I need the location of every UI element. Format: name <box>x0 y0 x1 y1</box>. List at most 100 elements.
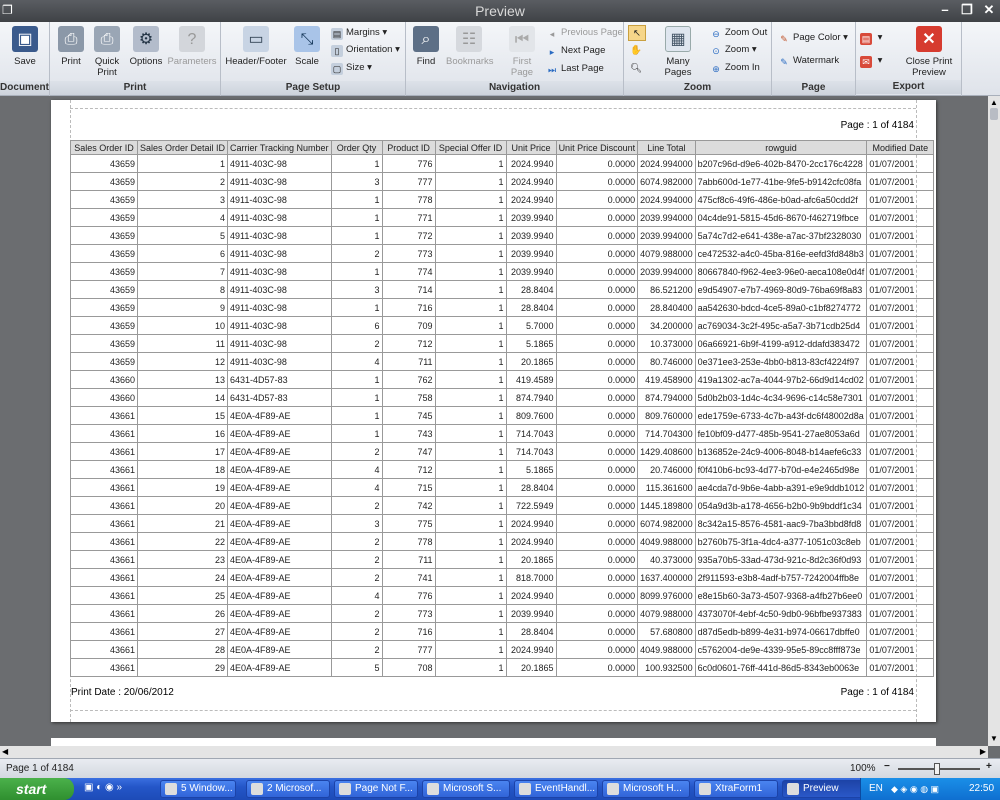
table-cell: 2f911593-e3b8-4adf-b757-7242004ffb8e <box>694 568 868 587</box>
find-button[interactable]: ⌕ Find <box>412 26 440 67</box>
table-cell: 43661 <box>70 496 138 515</box>
size-button[interactable]: ▢ Size ▾ <box>331 60 372 76</box>
table-cell: 1 <box>330 226 383 245</box>
vertical-scrollbar[interactable]: ▲ ▼ <box>988 96 1000 746</box>
table-cell: 2024.9940 <box>505 154 557 173</box>
table-cell: 6 <box>330 316 383 335</box>
table-cell: 809.760000 <box>637 406 696 425</box>
table-cell: 2039.994000 <box>637 226 696 245</box>
column-header: Unit Price <box>505 140 557 155</box>
table-cell: 17 <box>136 442 229 461</box>
last-page-button[interactable]: ⏭ Last Page <box>546 61 604 77</box>
zoom-minus-icon[interactable]: − <box>884 761 890 772</box>
tray-icons[interactable]: ◆ ◈ ◉ ◍ ▣ <box>891 778 939 800</box>
table-cell: 43659 <box>70 226 138 245</box>
previous-page-button[interactable]: ◂ Previous Page <box>546 25 623 41</box>
scale-button[interactable]: ⤡ Scale <box>291 26 323 67</box>
table-row: 43659 1 4911-403C-98 1 776 1 2024.9940 0.0000 20… <box>70 154 935 173</box>
table-cell: 80667840-f962-4ee3-96e0-aeca108e0d4f <box>694 262 868 281</box>
table-row: 43661 28 4E0A-4F89-AE 2 777 1 2024.9940 0.0000 4… <box>70 640 935 659</box>
zoom-in-button[interactable]: ⊕ Zoom In <box>710 60 760 76</box>
clock: 22:50 <box>969 783 995 794</box>
status-bar: Page 1 of 4184 100% − + <box>0 758 1000 778</box>
restore-icon[interactable]: ❐ <box>958 2 976 19</box>
many-pages-button[interactable]: ▦ Many Pages <box>652 26 704 78</box>
table-row: 43659 9 4911-403C-98 1 716 1 28.8404 0.0000 28.8… <box>70 298 935 317</box>
taskbar-button[interactable]: EventHandl... <box>514 780 598 798</box>
group-document: ▣ Save Document <box>0 22 50 96</box>
taskbar: start ▣ ◐ ◉ » 5 Window... 2 Microsof... Pa… <box>0 778 1000 800</box>
table-cell: 43661 <box>70 532 138 551</box>
export-button[interactable]: ▤ ▾ <box>860 30 882 46</box>
table-cell: 2 <box>136 172 229 191</box>
table-cell: 708 <box>381 658 436 677</box>
table-cell: 716 <box>381 298 436 317</box>
table-cell: 1 <box>434 532 507 551</box>
watermark-button[interactable]: ✎ Watermark <box>778 53 839 69</box>
table-cell: 4049.988000 <box>637 532 696 551</box>
taskbar-button[interactable]: Preview <box>782 780 866 798</box>
page-color-button[interactable]: ✎ Page Color ▾ <box>778 30 848 46</box>
table-cell: 0.0000 <box>555 316 639 335</box>
table-cell: 2 <box>330 244 383 263</box>
scroll-up-icon[interactable]: ▲ <box>989 98 999 108</box>
taskbar-button[interactable]: 5 Window... <box>160 780 236 798</box>
table-cell: 3 <box>330 280 383 299</box>
start-button[interactable]: start <box>0 778 74 800</box>
send-button[interactable]: ✉ ▾ <box>860 53 882 69</box>
taskbar-button[interactable]: 2 Microsof... <box>246 780 330 798</box>
table-cell: 1 <box>434 298 507 317</box>
table-cell: 4 <box>330 460 383 479</box>
zoom-button[interactable]: ⊙ Zoom ▾ <box>710 42 757 58</box>
horizontal-scrollbar[interactable]: ◀ ▶ <box>0 746 988 758</box>
table-row: 43661 17 4E0A-4F89-AE 2 747 1 714.7043 0.0000 14… <box>70 442 935 461</box>
zoom-out-button[interactable]: ⊖ Zoom Out <box>710 25 767 41</box>
page-footer-number: Page : 1 of 4184 <box>840 687 914 698</box>
minimize-icon[interactable]: – <box>936 2 954 19</box>
zoom-slider[interactable] <box>898 763 980 775</box>
hand-tool-icon[interactable]: ✋ <box>630 43 642 59</box>
first-page-button[interactable]: ⏮ First Page <box>502 26 542 78</box>
margins-button[interactable]: ▤ Margins ▾ <box>331 25 387 41</box>
table-cell: 01/07/2001 <box>866 244 935 263</box>
table-cell: 4911-403C-98 <box>227 154 332 173</box>
scroll-down-icon[interactable]: ▼ <box>989 734 999 744</box>
header-footer-button[interactable]: ▭ Header/Footer <box>225 26 287 67</box>
table-row: 43660 14 6431-4D57-83 1 758 1 874.7940 0.0000 87… <box>70 388 935 407</box>
table-cell: 1 <box>136 154 229 173</box>
pointer-tool-icon[interactable]: ↖ <box>628 25 646 41</box>
table-cell: 1 <box>330 370 383 389</box>
close-icon[interactable]: ✕ <box>980 2 998 19</box>
bookmarks-button[interactable]: ☷ Bookmarks <box>446 26 494 67</box>
taskbar-button-label: Microsoft H... <box>623 783 682 794</box>
table-cell: 01/07/2001 <box>866 622 935 641</box>
print-button[interactable]: ⎙ Print <box>56 26 86 67</box>
orientation-button[interactable]: ▯ Orientation ▾ <box>331 42 400 58</box>
scroll-right-icon[interactable]: ▶ <box>980 747 986 756</box>
scroll-left-icon[interactable]: ◀ <box>2 747 8 756</box>
table-cell: 01/07/2001 <box>866 280 935 299</box>
taskbar-button[interactable]: Microsoft S... <box>422 780 510 798</box>
parameters-button[interactable]: ? Parameters <box>167 26 217 67</box>
table-cell: 0.0000 <box>555 640 639 659</box>
quick-launch-icons[interactable]: ▣ ◐ ◉ » <box>84 782 122 793</box>
preview-area[interactable]: Page : 1 of 4184 Print Date : 20/06/2012… <box>0 96 988 746</box>
close-print-preview-button[interactable]: ✕ Close Print Preview <box>902 26 956 78</box>
zoom-slider-thumb[interactable] <box>934 763 940 775</box>
options-button[interactable]: ⚙ Options <box>128 26 164 67</box>
next-page-button[interactable]: ▸ Next Page <box>546 43 606 59</box>
language-indicator[interactable]: EN <box>869 778 883 800</box>
table-cell: 745 <box>381 406 436 425</box>
table-cell: 1 <box>330 190 383 209</box>
magnifier-tool-icon[interactable]: 🔍︎ <box>630 61 642 77</box>
vertical-scroll-thumb[interactable] <box>990 108 998 120</box>
taskbar-button[interactable]: Page Not F... <box>334 780 418 798</box>
taskbar-button[interactable]: Microsoft H... <box>602 780 690 798</box>
taskbar-button[interactable]: XtraForm1 <box>694 780 778 798</box>
zoom-plus-icon[interactable]: + <box>986 761 992 772</box>
report-table: Sales Order ID Sales Order Detail ID Carri… <box>70 140 935 677</box>
next-page-icon: ▸ <box>549 47 555 57</box>
save-button[interactable]: ▣ Save <box>9 26 41 67</box>
quick-print-button[interactable]: ⎙ Quick Print <box>90 26 124 78</box>
table-row: 43661 16 4E0A-4F89-AE 1 743 1 714.7043 0.0000 71… <box>70 424 935 443</box>
